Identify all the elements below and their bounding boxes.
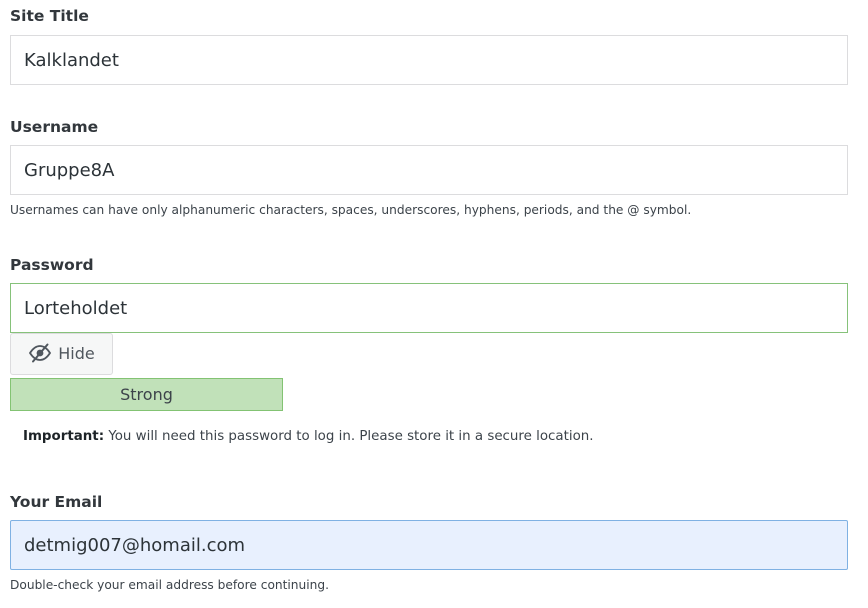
password-strength-meter: Strong: [10, 378, 283, 411]
username-label: Username: [10, 118, 99, 136]
password-input[interactable]: [10, 283, 848, 333]
hide-password-button[interactable]: Hide: [10, 333, 113, 375]
important-text: You will need this password to log in. P…: [104, 429, 594, 444]
username-hint: Usernames can have only alphanumeric cha…: [10, 203, 692, 217]
password-important-note: Important: You will need this password t…: [23, 429, 594, 444]
important-bold: Important:: [23, 429, 105, 444]
email-label: Your Email: [10, 493, 103, 511]
eye-slash-icon: [28, 343, 52, 363]
email-input[interactable]: [10, 520, 848, 570]
site-title-input[interactable]: [10, 35, 848, 85]
username-input[interactable]: [10, 145, 848, 195]
email-hint: Double-check your email address before c…: [10, 578, 329, 592]
password-strength-label: Strong: [120, 385, 173, 404]
password-label: Password: [10, 256, 94, 274]
site-title-label: Site Title: [10, 7, 89, 25]
hide-button-label: Hide: [58, 343, 95, 363]
